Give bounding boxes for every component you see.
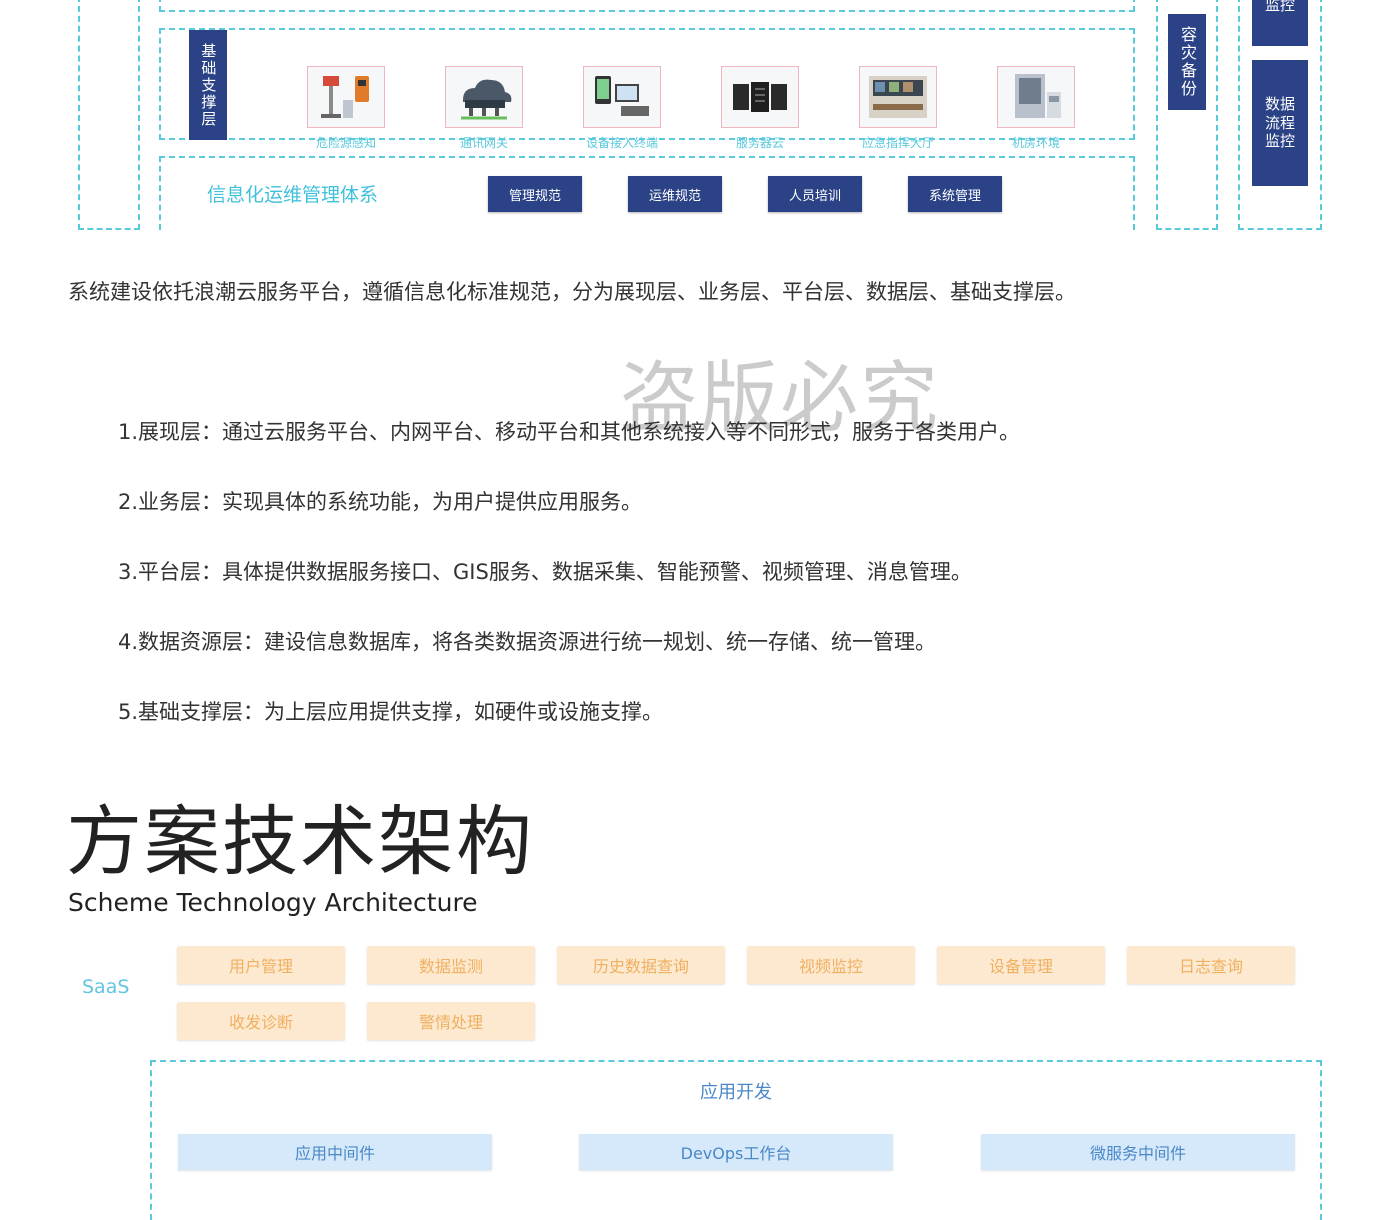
device-caption: 设备接入终端 <box>585 136 658 150</box>
monitor-column-frame: 监控 数据流程监控 <box>1238 0 1322 230</box>
disaster-backup-frame: 容灾备份 <box>1156 0 1218 230</box>
disaster-backup-label: 容灾备份 <box>1168 14 1206 110</box>
saas-item-data-monitoring: 数据监测 <box>367 946 535 984</box>
layer-item: 5.基础支撑层：为上层应用提供支撑，如硬件或设施支撑。 <box>118 700 664 724</box>
layer-item: 1.展现层：通过云服务平台、内网平台、移动平台和其他系统接入等不同形式，服务于各… <box>118 420 1021 444</box>
section-title: 方案技术架构 <box>66 797 534 886</box>
data-flow-monitor-text: 数据流程监控 <box>1264 94 1295 151</box>
saas-item-user-management: 用户管理 <box>177 946 345 984</box>
monitor-label-top: 监控 <box>1252 0 1308 46</box>
server-rack-icon <box>721 66 799 128</box>
ops-system-frame: 信息化运维管理体系 管理规范 运维规范 人员培训 系统管理 <box>159 156 1135 230</box>
saas-item-video-monitoring: 视频监控 <box>747 946 915 984</box>
device-caption: 机房环境 <box>1011 136 1060 150</box>
saas-item-device-management: 设备管理 <box>937 946 1105 984</box>
device-caption: 危险源感知 <box>315 136 376 150</box>
device-command-hall: 应急指挥大厅 <box>859 66 937 151</box>
ops-button-system-management[interactable]: 系统管理 <box>908 176 1002 212</box>
diagram-outer-frame <box>78 0 140 230</box>
ops-button-staff-training[interactable]: 人员培训 <box>768 176 862 212</box>
infra-layer-label: 基础支撑层 <box>189 30 227 140</box>
intro-paragraph: 系统建设依托浪潮云服务平台，遵循信息化标准规范，分为展现层、业务层、平台层、数据… <box>68 280 1076 304</box>
app-dev-title: 应用开发 <box>700 1082 772 1103</box>
sensor-icon <box>307 66 385 128</box>
data-flow-monitor-label: 数据流程监控 <box>1252 60 1308 186</box>
device-caption: 应急指挥大厅 <box>861 136 934 150</box>
saas-label: SaaS <box>82 976 130 998</box>
device-caption: 通讯网关 <box>459 136 508 150</box>
layer-item: 2.业务层：实现具体的系统功能，为用户提供应用服务。 <box>118 490 643 514</box>
server-cabinet-icon <box>997 66 1075 128</box>
device-access-terminal: 设备接入终端 <box>583 66 661 151</box>
cloud-gateway-icon <box>445 66 523 128</box>
layer-item: 4.数据资源层：建设信息数据库，将各类数据资源进行统一规划、统一存储、统一管理。 <box>118 630 937 654</box>
terminal-devices-icon <box>583 66 661 128</box>
ops-system-title: 信息化运维管理体系 <box>207 184 379 206</box>
layer-item: 3.平台层：具体提供数据服务接口、GIS服务、数据采集、智能预警、视频管理、消息… <box>118 560 972 584</box>
ops-button-management-spec[interactable]: 管理规范 <box>488 176 582 212</box>
app-dev-frame: 应用开发 应用中间件 DevOps工作台 微服务中间件 <box>150 1060 1322 1220</box>
saas-item-transceive-diagnosis: 收发诊断 <box>177 1002 345 1040</box>
saas-item-history-query: 历史数据查询 <box>557 946 725 984</box>
microservice-middleware-item: 微服务中间件 <box>981 1134 1295 1170</box>
infra-layer-frame: 基础支撑层 危险源感知 通讯网关 设备接入终端 服务器云 应急指挥大厅 机房环境 <box>159 28 1135 150</box>
devops-workbench-item: DevOps工作台 <box>579 1134 893 1170</box>
device-hazard-sensor: 危险源感知 <box>307 66 385 151</box>
saas-item-alarm-handling: 警情处理 <box>367 1002 535 1040</box>
device-caption: 服务器云 <box>735 136 784 150</box>
section-subtitle: Scheme Technology Architecture <box>68 888 478 917</box>
device-server-cloud: 服务器云 <box>721 66 799 151</box>
device-machine-room: 机房环境 <box>997 66 1075 151</box>
device-comm-gateway: 通讯网关 <box>445 66 523 151</box>
command-hall-icon <box>859 66 937 128</box>
diagram-top-layer-frame <box>159 0 1135 12</box>
saas-item-log-query: 日志查询 <box>1127 946 1295 984</box>
ops-button-ops-spec[interactable]: 运维规范 <box>628 176 722 212</box>
app-middleware-item: 应用中间件 <box>178 1134 492 1170</box>
